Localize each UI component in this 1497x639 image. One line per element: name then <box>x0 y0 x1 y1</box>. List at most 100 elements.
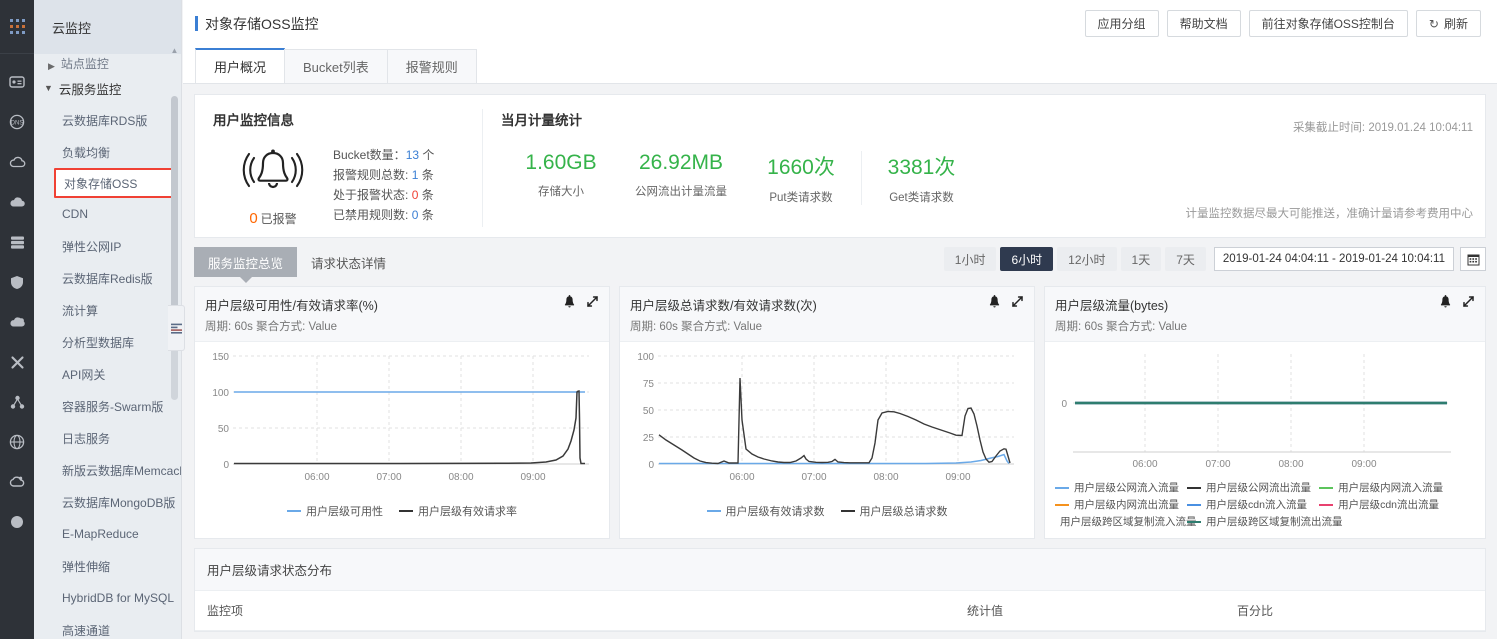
refresh-button[interactable]: ↻ 刷新 <box>1415 10 1481 37</box>
legend-item[interactable]: 用户层级cdn流出流量 <box>1319 497 1451 512</box>
range-label: 7天 <box>1176 252 1195 267</box>
tab-user-overview[interactable]: 用户概况 <box>195 48 286 83</box>
legend-swatch <box>840 510 855 512</box>
circle-dot-icon[interactable] <box>0 502 34 542</box>
stat-bucket-count: Bucket数量：13 个 <box>333 148 435 162</box>
legend-label: 用户层级可用性 <box>306 506 383 518</box>
sidebar-item-ess[interactable]: 弹性伸缩 <box>34 550 181 582</box>
column-header-metric: 监控项 <box>207 604 244 618</box>
chevron-down-icon: ▼ <box>44 83 53 93</box>
sidebar-item-stream-compute[interactable]: 流计算 <box>34 294 181 326</box>
legend-label: 用户层级公网流入流量 <box>1074 482 1179 494</box>
legend-item[interactable]: 用户层级内网流入流量 <box>1319 480 1451 495</box>
sidebar-item-label: 云数据库MongoDB版 <box>62 495 176 510</box>
alarm-bell-icon[interactable] <box>563 295 576 312</box>
sidebar-item-container-swarm[interactable]: 容器服务-Swarm版 <box>34 390 181 422</box>
legend-label: 用户层级有效请求率 <box>418 506 517 518</box>
sidebar-item-mongodb[interactable]: 云数据库MongoDB版 <box>34 486 181 518</box>
expand-arrows-icon[interactable] <box>586 295 599 312</box>
nodes-share-icon[interactable] <box>0 382 34 422</box>
tab-bucket-list[interactable]: Bucket列表 <box>284 49 388 83</box>
sidebar-item-rds[interactable]: 云数据库RDS版 <box>34 104 181 136</box>
sidebar-item-analytic-db[interactable]: 分析型数据库 <box>34 326 181 358</box>
stat-alarm-rule-total: 报警规则总数: 1 条 <box>333 168 434 182</box>
caret-up-icon[interactable]: ▲ <box>170 46 179 55</box>
legend-swatch <box>1319 486 1334 489</box>
sidebar-group-cloud-service-monitor[interactable]: ▼ 云服务监控 <box>34 72 181 104</box>
legend-item[interactable]: 用户层级跨区域复制流入流量 <box>1055 514 1197 529</box>
subtab-service-monitor-overview[interactable]: 服务监控总览 <box>194 247 298 283</box>
date-range-input[interactable]: 2019-01-24 04:04:11 - 2019-01-24 10:04:1… <box>1213 247 1454 271</box>
legend-item[interactable]: 用户层级有效请求率 <box>399 503 517 519</box>
sidebar-item-label: HybridDB for MySQL <box>62 591 175 605</box>
globe-grid-icon[interactable] <box>0 422 34 462</box>
sidebar-item-api-gateway[interactable]: API网关 <box>34 358 181 390</box>
cloud-filled-icon[interactable] <box>0 182 34 222</box>
legend-label: 用户层级总请求数 <box>859 506 948 518</box>
range-1h-button[interactable]: 1小时 <box>943 247 997 271</box>
dns-globe-icon[interactable]: DNS <box>0 102 34 142</box>
stat-value: 1 <box>411 168 419 182</box>
sidebar-item-slb[interactable]: 负载均衡 <box>34 136 181 168</box>
alarm-bell-icon[interactable] <box>1439 295 1452 312</box>
cloud-outline-icon[interactable] <box>0 142 34 182</box>
sidebar-item-label: 容器服务-Swarm版 <box>62 399 164 414</box>
sidebar-item-eip[interactable]: 弹性公网IP <box>34 230 181 262</box>
svg-text:07:00: 07:00 <box>376 472 401 483</box>
range-1d-button[interactable]: 1天 <box>1120 247 1162 271</box>
legend-item[interactable]: 用户层级有效请求数 <box>706 503 825 519</box>
subtab-request-status-detail[interactable]: 请求状态详情 <box>297 247 401 277</box>
database-stack-icon[interactable] <box>0 222 34 262</box>
sidebar-item-express-connect[interactable]: 高速通道 <box>34 614 181 639</box>
cloud-monitor-icon[interactable] <box>0 462 34 502</box>
calendar-icon[interactable] <box>1460 247 1486 271</box>
apps-grid-icon[interactable] <box>0 0 34 54</box>
column-header-value: 统计值 <box>967 604 1004 618</box>
sidebar-scrollbar-thumb[interactable] <box>171 96 178 334</box>
sidebar-item-redis[interactable]: 云数据库Redis版 <box>34 262 181 294</box>
sidebar-item-label: 云数据库RDS版 <box>62 113 148 128</box>
distribution-table-header: 监控项 统计值 百分比 <box>195 591 1485 631</box>
chart-svg-traffic: 0 06:00 07:00 08:00 09:00 <box>1061 354 1451 470</box>
legend-item[interactable]: 用户层级跨区域复制流出流量 <box>1187 514 1357 529</box>
sidebar-collapse-handle[interactable] <box>168 305 185 351</box>
legend-item[interactable]: 用户层级cdn流入流量 <box>1187 497 1319 512</box>
sidebar-item-site-monitor[interactable]: ▶ 站点监控 <box>34 54 181 72</box>
sidebar-item-label: 对象存储OSS <box>64 176 138 191</box>
expand-arrows-icon[interactable] <box>1011 295 1024 312</box>
sidebar-item-oss[interactable]: 对象存储OSS <box>54 168 173 198</box>
collect-time-label: 采集截止时间: 2019.01.24 10:04:11 <box>1292 122 1473 134</box>
metric-get-requests: 3381次 Get类请求数 <box>861 151 981 205</box>
help-doc-button[interactable]: 帮助文档 <box>1166 10 1241 37</box>
metric-storage-size: 1.60GB 存储大小 <box>501 151 621 205</box>
legend-swatch <box>1319 503 1334 506</box>
network-cross-icon[interactable] <box>0 342 34 382</box>
distribution-title: 用户层级请求状态分布 <box>195 549 1485 591</box>
top-bar: 对象存储OSS监控 应用分组 帮助文档 前往对象存储OSS控制台 ↻ 刷新 <box>183 0 1497 48</box>
sidebar-item-memcache[interactable]: 新版云数据库Memcache <box>34 454 181 486</box>
tab-alarm-rules[interactable]: 报警规则 <box>386 49 477 83</box>
range-12h-button[interactable]: 12小时 <box>1057 247 1117 271</box>
sidebar-item-hybriddb[interactable]: HybridDB for MySQL <box>34 582 181 614</box>
range-7d-button[interactable]: 7天 <box>1165 247 1206 271</box>
legend-item[interactable]: 用户层级总请求数 <box>840 503 948 519</box>
sidebar-item-cdn[interactable]: CDN <box>34 198 181 230</box>
expand-arrows-icon[interactable] <box>1462 295 1475 312</box>
legend-item[interactable]: 用户层级可用性 <box>287 503 383 519</box>
legend-item[interactable]: 用户层级公网流入流量 <box>1055 480 1187 495</box>
legend-item[interactable]: 用户层级公网流出流量 <box>1187 480 1319 495</box>
range-label: 6小时 <box>1011 252 1043 267</box>
app-group-button[interactable]: 应用分组 <box>1084 10 1159 37</box>
alarm-bell-icon[interactable] <box>988 295 1001 312</box>
legend-item[interactable]: 用户层级内网流出流量 <box>1055 497 1187 512</box>
sidebar-item-label: E-MapReduce <box>62 527 139 541</box>
alarm-count: 0 <box>249 210 258 227</box>
shield-icon[interactable] <box>0 262 34 302</box>
metric-label: Get类请求数 <box>889 192 954 204</box>
cloud-upload-icon[interactable] <box>0 302 34 342</box>
sidebar-item-log-service[interactable]: 日志服务 <box>34 422 181 454</box>
range-6h-button[interactable]: 6小时 <box>1000 247 1054 271</box>
ecs-server-icon[interactable] <box>0 62 34 102</box>
goto-oss-console-button[interactable]: 前往对象存储OSS控制台 <box>1248 10 1408 37</box>
sidebar-item-emapreduce[interactable]: E-MapReduce <box>34 518 181 550</box>
